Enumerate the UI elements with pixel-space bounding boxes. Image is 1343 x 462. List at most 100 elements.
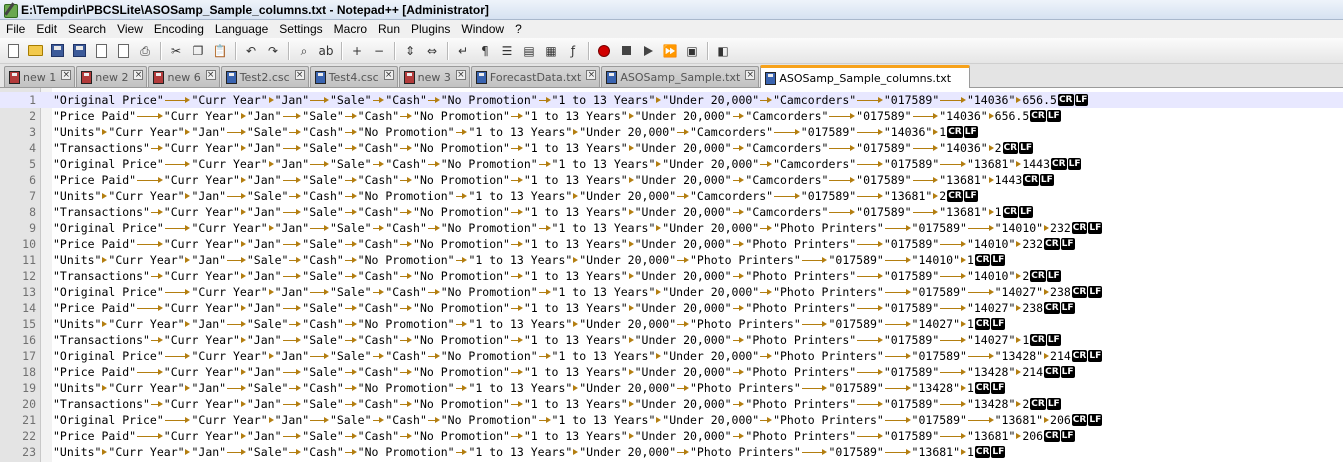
stop-recording-button[interactable]: [617, 42, 635, 60]
sync-vertical-button[interactable]: ⇕: [401, 42, 419, 60]
save-all-icon: [72, 44, 86, 57]
tab-test2-csc[interactable]: Test2.csc ×: [220, 66, 309, 87]
close-tab-icon[interactable]: ×: [586, 70, 597, 80]
editor-line[interactable]: 19 "Units" "Curr Year" "Jan" "Sale" "Cash" "No…: [0, 380, 1343, 396]
editor-line[interactable]: 8 "Transactions" "Curr Year" "Jan" "Sale" "Ca…: [0, 204, 1343, 220]
print-button[interactable]: ⎙: [136, 42, 154, 60]
editor-line[interactable]: 18 "Price Paid" "Curr Year" "Jan" "Sale" "Cas…: [0, 364, 1343, 380]
field-value: "Under 20,000": [634, 429, 732, 443]
record-macro-button[interactable]: [595, 42, 613, 60]
copy-button[interactable]: ❐: [189, 42, 207, 60]
menu-help[interactable]: ?: [509, 22, 527, 36]
editor-line[interactable]: 20 "Transactions" "Curr Year" "Jan" "Sale" "C…: [0, 396, 1343, 412]
editor-line[interactable]: 22 "Price Paid" "Curr Year" "Jan" "Sale" "Cas…: [0, 428, 1343, 444]
indent-guide-button[interactable]: ☰: [498, 42, 516, 60]
menu-search[interactable]: Search: [62, 22, 111, 36]
editor-line[interactable]: 9 "Original Price" "Curr Year" "Jan" "Sale" "…: [0, 220, 1343, 236]
menu-edit[interactable]: Edit: [30, 22, 62, 36]
menu-settings[interactable]: Settings: [273, 22, 327, 36]
tab-new-6[interactable]: new 6 ×: [148, 66, 220, 87]
cut-button[interactable]: ✂: [167, 42, 185, 60]
eol-lf-badge: LF: [1046, 398, 1061, 410]
editor-line[interactable]: 15 "Units" "Curr Year" "Jan" "Sale" "Cash" "No…: [0, 316, 1343, 332]
menu-run[interactable]: Run: [372, 22, 405, 36]
tab-label: Test4.csc: [328, 70, 379, 84]
editor-line[interactable]: 2 "Price Paid" "Curr Year" "Jan" "Sale" "Cash…: [0, 108, 1343, 124]
paste-button[interactable]: 📋: [211, 42, 229, 60]
user-defined-language-button[interactable]: ▤: [520, 42, 538, 60]
close-button[interactable]: [92, 42, 110, 60]
word-wrap-button[interactable]: ↵: [454, 42, 472, 60]
show-all-characters-button[interactable]: ¶: [476, 42, 494, 60]
menu-file[interactable]: File: [0, 22, 30, 36]
open-file-button[interactable]: [26, 42, 44, 60]
field-value: "Under 20,000": [662, 349, 760, 363]
menu-plugins[interactable]: Plugins: [405, 22, 455, 36]
editor-line[interactable]: 21 "Original Price" "Curr Year" "Jan" "Sale"…: [0, 412, 1343, 428]
menu-encoding[interactable]: Encoding: [148, 22, 209, 36]
close-tab-icon[interactable]: ×: [383, 70, 394, 80]
menu-view[interactable]: View: [111, 22, 148, 36]
tab-new-3[interactable]: new 3 ×: [398, 66, 470, 87]
tab-arrow-icon: [164, 156, 192, 172]
close-tab-icon[interactable]: ×: [205, 70, 216, 80]
eol-marker: CR LF: [1002, 206, 1034, 218]
tab-arrow-icon: [185, 316, 192, 332]
tab-forecastdata-txt[interactable]: ForecastData.txt ×: [470, 66, 601, 87]
close-tab-icon[interactable]: ×: [294, 70, 305, 80]
eol-lf-badge: LF: [1088, 350, 1103, 362]
save-macro-button[interactable]: ▣: [683, 42, 701, 60]
tab-asosamp-sample-txt[interactable]: ASOSamp_Sample.txt ×: [601, 66, 760, 87]
menu-language[interactable]: Language: [209, 22, 273, 36]
tab-arrow-icon: [282, 236, 303, 252]
close-tab-icon[interactable]: ×: [61, 70, 72, 80]
editor-line[interactable]: 12 "Transactions" "Curr Year" "Jan" "Sale" "C…: [0, 268, 1343, 284]
field-value: "13681": [994, 413, 1044, 427]
editor-line[interactable]: 5 "Original Price" "Curr Year" "Jan" "Sale" "…: [0, 156, 1343, 172]
tab-new-1[interactable]: new 1 ×: [4, 66, 76, 87]
run-macro-multiple-button[interactable]: ⏩: [661, 42, 679, 60]
editor-line[interactable]: 7 "Units" "Curr Year" "Jan" "Sale" "Cash" "No …: [0, 188, 1343, 204]
editor-line[interactable]: 1 "Original Price" "Curr Year" "Jan" "Sale" "…: [0, 92, 1343, 108]
function-list-button[interactable]: ƒ: [564, 42, 582, 60]
tab-arrow-icon: [136, 428, 164, 444]
tab-asosamp-sample-columns-txt[interactable]: ASOSamp_Sample_columns.txt: [760, 65, 971, 88]
sync-horizontal-button[interactable]: ⇔: [423, 42, 441, 60]
editor-line[interactable]: 11 "Units" "Curr Year" "Jan" "Sale" "Cash" "No…: [0, 252, 1343, 268]
eol-lf-badge: LF: [1088, 286, 1103, 298]
launch-browser-button[interactable]: ◧: [714, 42, 732, 60]
tab-new-2[interactable]: new 2 ×: [76, 66, 148, 87]
save-all-button[interactable]: [70, 42, 88, 60]
editor-line[interactable]: 3 "Units" "Curr Year" "Jan" "Sale" "Cash" "No …: [0, 124, 1343, 140]
editor-line[interactable]: 23 "Units" "Curr Year" "Jan" "Sale" "Cash" "No…: [0, 444, 1343, 460]
editor-line[interactable]: 17 "Original Price" "Curr Year" "Jan" "Sale"…: [0, 348, 1343, 364]
playback-macro-button[interactable]: [639, 42, 657, 60]
editor-line[interactable]: 4 "Transactions" "Curr Year" "Jan" "Sale" "Ca…: [0, 140, 1343, 156]
close-tab-icon[interactable]: ×: [455, 70, 466, 80]
editor-line[interactable]: 13 "Original Price" "Curr Year" "Jan" "Sale"…: [0, 284, 1343, 300]
tab-arrow-icon: [773, 188, 801, 204]
editor-line[interactable]: 14 "Price Paid" "Curr Year" "Jan" "Sale" "Cas…: [0, 300, 1343, 316]
new-file-button[interactable]: [4, 42, 22, 60]
notepad-plus-plus-icon[interactable]: [3, 1, 18, 18]
replace-icon: ab: [318, 43, 334, 58]
zoom-out-button[interactable]: −: [370, 42, 388, 60]
menu-macro[interactable]: Macro: [328, 22, 372, 36]
editor-line[interactable]: 10 "Price Paid" "Curr Year" "Jan" "Sale" "Cas…: [0, 236, 1343, 252]
close-tab-icon[interactable]: ×: [133, 70, 144, 80]
find-button[interactable]: ⌕: [295, 42, 313, 60]
document-map-button[interactable]: ▦: [542, 42, 560, 60]
tab-test4-csc[interactable]: Test4.csc ×: [309, 66, 398, 87]
zoom-in-button[interactable]: +: [348, 42, 366, 60]
menu-window[interactable]: Window: [455, 22, 509, 36]
replace-button[interactable]: ab: [317, 42, 335, 60]
editor-line[interactable]: 6 "Price Paid" "Curr Year" "Jan" "Sale" "Cash…: [0, 172, 1343, 188]
close-tab-icon[interactable]: ×: [745, 70, 756, 80]
save-button[interactable]: [48, 42, 66, 60]
tab-arrow-icon: [884, 220, 912, 236]
close-all-button[interactable]: [114, 42, 132, 60]
editor[interactable]: 1 "Original Price" "Curr Year" "Jan" "Sale" "…: [0, 88, 1343, 462]
editor-line[interactable]: 16 "Transactions" "Curr Year" "Jan" "Sale" "C…: [0, 332, 1343, 348]
undo-button[interactable]: ↶: [242, 42, 260, 60]
redo-button[interactable]: ↷: [264, 42, 282, 60]
